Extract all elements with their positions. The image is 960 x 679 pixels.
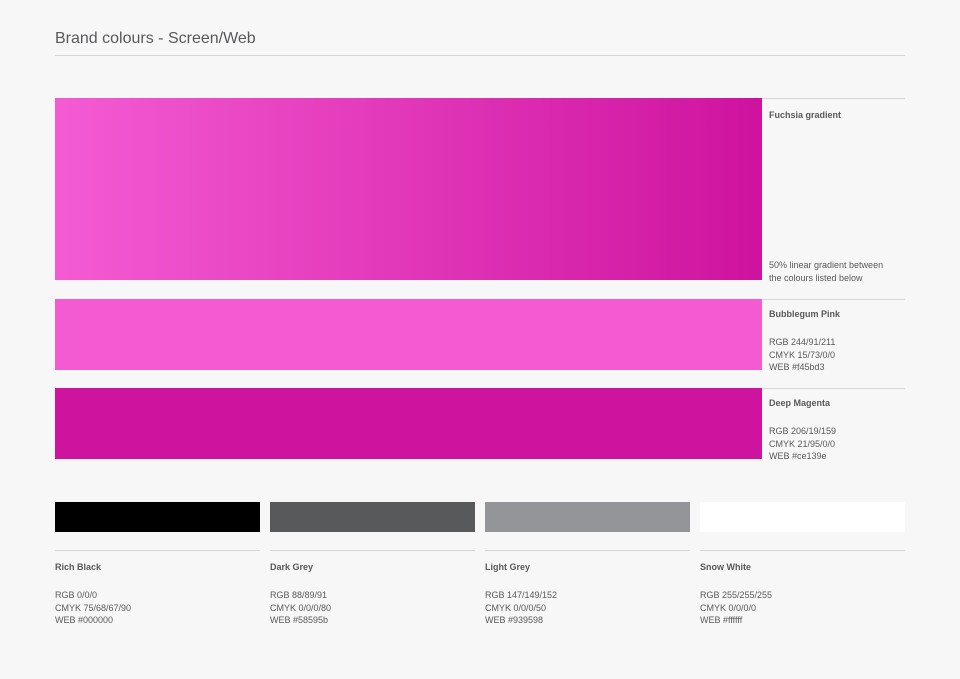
title-divider bbox=[55, 55, 905, 56]
dark-grey-rgb: RGB 88/89/91 bbox=[270, 590, 328, 600]
bubblegum-pink-name: Bubblegum Pink bbox=[769, 309, 841, 319]
rich-black-rgb: RGB 0/0/0 bbox=[55, 590, 98, 600]
snow-white-swatch bbox=[700, 502, 905, 532]
rich-black-values: RGB 0/0/0 CMYK 75/68/67/90 WEB #000000 bbox=[55, 589, 131, 627]
light-grey-values: RGB 147/149/152 CMYK 0/0/0/50 WEB #93959… bbox=[485, 589, 557, 627]
rich-black-divider bbox=[55, 550, 260, 551]
deep-magenta-values: RGB 206/19/159 CMYK 21/95/0/0 WEB #ce139… bbox=[769, 425, 836, 463]
rich-black-name: Rich Black bbox=[55, 562, 102, 572]
page-title: Brand colours - Screen/Web bbox=[55, 30, 256, 47]
light-grey-swatch bbox=[485, 502, 690, 532]
deep-magenta-divider bbox=[762, 388, 905, 389]
gradient-name: Fuchsia gradient bbox=[769, 110, 842, 120]
dark-grey-divider bbox=[270, 550, 475, 551]
rich-black-swatch bbox=[55, 502, 260, 532]
rich-black-cmyk: CMYK 75/68/67/90 bbox=[55, 602, 132, 613]
gradient-description-line-1: 50% linear gradient between bbox=[769, 260, 884, 270]
dark-grey-web: WEB #58595b bbox=[270, 615, 329, 625]
deep-magenta-web: WEB #ce139e bbox=[769, 451, 827, 461]
light-grey-web: WEB #939598 bbox=[485, 615, 544, 625]
snow-white-cmyk: CMYK 0/0/0/0 bbox=[700, 602, 757, 613]
dark-grey-swatch bbox=[270, 502, 475, 532]
gradient-divider bbox=[762, 98, 905, 99]
light-grey-rgb: RGB 147/149/152 bbox=[485, 590, 558, 600]
deep-magenta-rgb: RGB 206/19/159 bbox=[769, 426, 837, 436]
light-grey-divider bbox=[485, 550, 690, 551]
dark-grey-name: Dark Grey bbox=[270, 562, 314, 572]
dark-grey-cmyk: CMYK 0/0/0/80 bbox=[270, 602, 332, 613]
snow-white-values: RGB 255/255/255 CMYK 0/0/0/0 WEB #ffffff bbox=[700, 589, 772, 627]
deep-magenta-swatch bbox=[55, 388, 762, 459]
deep-magenta-name: Deep Magenta bbox=[769, 398, 831, 408]
bubblegum-pink-divider bbox=[762, 299, 905, 300]
bubblegum-pink-web: WEB #f45bd3 bbox=[769, 362, 825, 372]
light-grey-name: Light Grey bbox=[485, 562, 531, 572]
gradient-description: 50% linear gradient between the colours … bbox=[769, 259, 883, 284]
snow-white-name: Snow White bbox=[700, 562, 751, 572]
snow-white-divider bbox=[700, 550, 905, 551]
bubblegum-pink-rgb: RGB 244/91/211 bbox=[769, 337, 836, 347]
rich-black-web: WEB #000000 bbox=[55, 615, 114, 625]
gradient-description-line-2: the colours listed below bbox=[769, 272, 863, 283]
bubblegum-pink-values: RGB 244/91/211 CMYK 15/73/0/0 WEB #f45bd… bbox=[769, 336, 835, 374]
deep-magenta-cmyk: CMYK 21/95/0/0 bbox=[769, 438, 836, 449]
bubblegum-pink-swatch bbox=[55, 299, 762, 370]
light-grey-cmyk: CMYK 0/0/0/50 bbox=[485, 602, 547, 613]
dark-grey-values: RGB 88/89/91 CMYK 0/0/0/80 WEB #58595b bbox=[270, 589, 331, 627]
snow-white-web: WEB #ffffff bbox=[700, 615, 743, 625]
fuchsia-gradient-swatch bbox=[55, 98, 762, 280]
snow-white-rgb: RGB 255/255/255 bbox=[700, 590, 773, 600]
bubblegum-pink-cmyk: CMYK 15/73/0/0 bbox=[769, 349, 836, 360]
